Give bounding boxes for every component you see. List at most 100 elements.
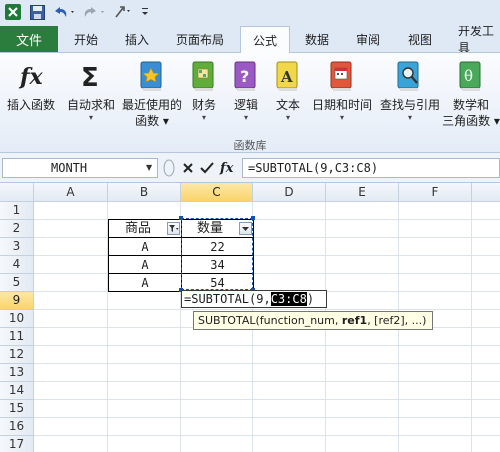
undo-icon[interactable] (52, 3, 78, 21)
gridline (34, 255, 500, 256)
formula-range-highlight: C3:C8 (270, 292, 307, 306)
text-label: 文本 (275, 98, 300, 112)
insert-function-label: 插入函数 (6, 98, 55, 112)
cancel-icon[interactable] (182, 162, 194, 174)
column-header-c[interactable]: C (181, 183, 253, 202)
row-header-9[interactable]: 9 (0, 292, 34, 310)
tab-data[interactable]: 数据 (292, 26, 342, 52)
tab-formulas[interactable]: 公式 (240, 26, 290, 53)
recently-used-line2[interactable]: 函数 ▾ (135, 113, 169, 129)
gridline (34, 381, 500, 382)
fx-icon: fx (16, 59, 46, 93)
tab-review[interactable]: 审阅 (342, 26, 394, 52)
math-trig-button[interactable]: θ 数学和 三角函数 ▾ (442, 57, 500, 137)
financial-label: 财务 (191, 98, 216, 112)
cell-b4: A (141, 258, 149, 272)
range-corner-handle[interactable] (179, 216, 183, 220)
column-header-e[interactable]: E (326, 183, 399, 202)
range-corner-handle[interactable] (251, 216, 255, 220)
column-header-g-partial[interactable] (472, 183, 500, 202)
name-box[interactable]: MONTH (2, 158, 158, 178)
autosum-label: 自动求和 (66, 98, 115, 112)
name-box-dropdown-icon[interactable]: ▼ (146, 163, 152, 172)
row-header-12[interactable]: 12 (0, 346, 34, 364)
enter-check-icon[interactable] (200, 162, 214, 174)
row-header-4[interactable]: 4 (0, 256, 34, 274)
row-header-17[interactable]: 17 (0, 436, 34, 452)
filter-applied-icon[interactable] (167, 222, 180, 235)
table-header-cell-b[interactable]: 商品 (108, 219, 182, 238)
tab-file[interactable]: 文件 (0, 26, 58, 52)
math-trig-label: 数学和 (452, 98, 489, 112)
redo-icon[interactable] (82, 3, 108, 21)
column-header-a[interactable]: A (34, 183, 108, 202)
svg-text:Σ: Σ (81, 63, 99, 91)
row-header-5[interactable]: 5 (0, 274, 34, 292)
formula-input[interactable]: =SUBTOTAL(9,C3:C8) (242, 158, 500, 178)
column-header-f[interactable]: F (399, 183, 472, 202)
svg-text:θ: θ (464, 67, 473, 85)
customize-icon[interactable] (112, 3, 136, 21)
tooltip-current-arg: ref1 (341, 314, 368, 327)
gridline (34, 399, 500, 400)
lookup-reference-dropdown[interactable]: ▾ (408, 113, 412, 123)
row-header-10[interactable]: 10 (0, 310, 34, 328)
autosum-button[interactable]: Σ 自动求和 ▾ (62, 57, 120, 137)
formula-prefix: =SUBTOTAL(9, (184, 292, 271, 306)
row-header-13[interactable]: 13 (0, 364, 34, 382)
formula-suffix: ) (306, 292, 315, 306)
gridline (34, 309, 500, 310)
financial-dropdown[interactable]: ▾ (202, 113, 206, 123)
date-time-button[interactable]: 日期和时间 ▾ (308, 57, 376, 137)
gridline (34, 363, 500, 364)
logical-button[interactable]: ? 逻辑 ▾ (228, 57, 264, 137)
datetime-book-icon (327, 59, 357, 93)
fx-formula-icon[interactable]: fx (220, 161, 233, 176)
table-row[interactable]: A (108, 273, 182, 292)
quick-access-toolbar (0, 0, 500, 26)
math-trig-line2[interactable]: 三角函数 ▾ (442, 113, 500, 129)
tab-view[interactable]: 视图 (394, 26, 446, 52)
row-header-1[interactable]: 1 (0, 202, 34, 220)
financial-button[interactable]: 财务 ▾ (186, 57, 222, 137)
gridline (34, 417, 500, 418)
select-all-corner[interactable] (0, 183, 34, 202)
column-header-b[interactable]: B (108, 183, 181, 202)
gridline (34, 237, 500, 238)
sigma-icon: Σ (76, 59, 106, 93)
qat-menu-icon[interactable] (140, 3, 150, 21)
formula-bar: MONTH ▼ fx =SUBTOTAL(9,C3:C8) (0, 153, 500, 183)
tab-developer[interactable]: 开发工具 (448, 26, 500, 52)
text-dropdown[interactable]: ▾ (286, 113, 290, 123)
logical-dropdown[interactable]: ▾ (244, 113, 248, 123)
lookup-reference-button[interactable]: 查找与引用 ▾ (376, 57, 444, 137)
function-library-group-label: 函数库 (233, 139, 267, 152)
in-cell-formula-editor[interactable]: =SUBTOTAL(9,C3:C8) (181, 290, 327, 308)
row-header-15[interactable]: 15 (0, 400, 34, 418)
tab-page-layout[interactable]: 页面布局 (160, 26, 240, 52)
row-header-14[interactable]: 14 (0, 382, 34, 400)
gridline (34, 345, 500, 346)
date-time-dropdown[interactable]: ▾ (340, 113, 344, 123)
cell-b5: A (141, 276, 149, 290)
recently-used-button[interactable]: 最近使用的 函数 ▾ (120, 57, 184, 137)
row-header-2[interactable]: 2 (0, 220, 34, 238)
finance-book-icon (189, 59, 219, 93)
tab-home[interactable]: 开始 (58, 26, 114, 52)
lookup-book-icon (395, 59, 425, 93)
text-button[interactable]: A 文本 ▾ (270, 57, 306, 137)
save-icon[interactable] (28, 3, 46, 21)
tab-insert[interactable]: 插入 (114, 26, 160, 52)
formula-controls: fx (162, 158, 240, 178)
row-header-3[interactable]: 3 (0, 238, 34, 256)
column-header-d[interactable]: D (253, 183, 326, 202)
date-time-label: 日期和时间 (311, 98, 372, 112)
logic-book-icon: ? (231, 59, 261, 93)
row-header-11[interactable]: 11 (0, 328, 34, 346)
row-header-16[interactable]: 16 (0, 418, 34, 436)
table-row[interactable]: A (108, 255, 182, 274)
insert-function-button[interactable]: fx 插入函数 (2, 57, 60, 137)
table-row[interactable]: A (108, 237, 182, 256)
gridline (34, 273, 500, 274)
autosum-dropdown[interactable]: ▾ (89, 113, 93, 123)
